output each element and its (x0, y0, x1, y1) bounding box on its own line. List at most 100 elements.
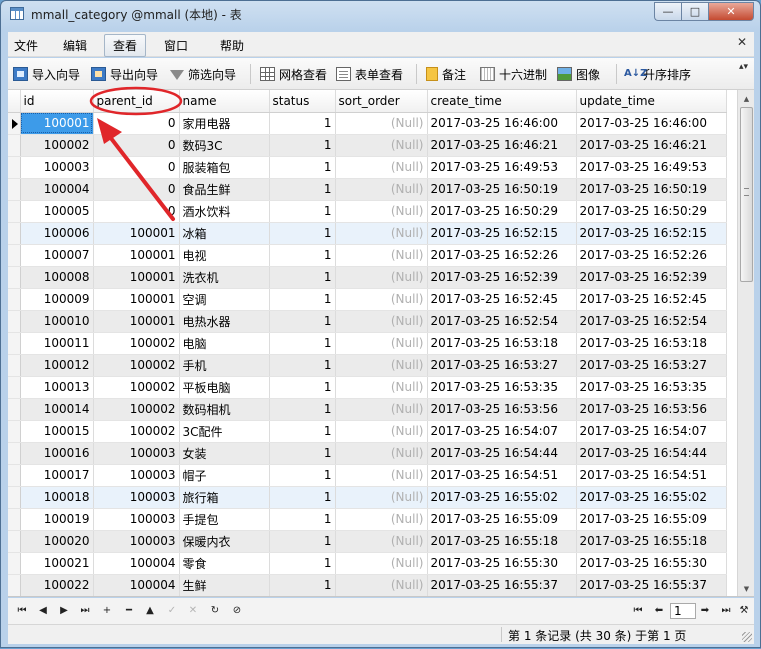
row-indicator[interactable] (8, 464, 21, 487)
cell-create-time[interactable]: 2017-03-25 16:52:15 (427, 222, 577, 245)
cell-update-time[interactable]: 2017-03-25 16:53:35 (576, 376, 727, 399)
cell-name[interactable]: 手机 (179, 354, 270, 377)
cell-id[interactable]: 100003 (20, 156, 94, 179)
cell-status[interactable]: 1 (269, 200, 336, 223)
cell-create-time[interactable]: 2017-03-25 16:46:00 (427, 112, 577, 135)
cell-update-time[interactable]: 2017-03-25 16:52:39 (576, 266, 727, 289)
cell-sort-order[interactable]: (Null) (335, 420, 428, 443)
table-row[interactable]: 100010 100001 电热水器 1 (Null) 2017-03-25 16:52:… (8, 310, 727, 333)
table-row[interactable]: 100016 100003 女装 1 (Null) 2017-03-25 16:54:44… (8, 442, 727, 465)
cell-status[interactable]: 1 (269, 552, 336, 575)
cell-id[interactable]: 100012 (20, 354, 94, 377)
row-indicator[interactable] (8, 288, 21, 311)
cell-parent-id[interactable]: 100002 (93, 398, 180, 421)
row-indicator[interactable] (8, 530, 21, 553)
cell-create-time[interactable]: 2017-03-25 16:50:19 (427, 178, 577, 201)
cell-sort-order[interactable]: (Null) (335, 112, 428, 135)
hex-button[interactable]: 十六进制 (480, 65, 547, 83)
cell-parent-id[interactable]: 100001 (93, 266, 180, 289)
cell-parent-id[interactable]: 100002 (93, 420, 180, 443)
cell-status[interactable]: 1 (269, 112, 336, 135)
cell-create-time[interactable]: 2017-03-25 16:49:53 (427, 156, 577, 179)
delete-record-icon[interactable]: ━ (121, 602, 137, 618)
row-indicator[interactable] (8, 354, 21, 377)
cell-parent-id[interactable]: 0 (93, 200, 180, 223)
table-row[interactable]: 100020 100003 保暖内衣 1 (Null) 2017-03-25 16:55:… (8, 530, 727, 553)
cell-update-time[interactable]: 2017-03-25 16:54:51 (576, 464, 727, 487)
menu-view[interactable]: 查看 (104, 34, 147, 57)
cell-status[interactable]: 1 (269, 222, 336, 245)
cell-update-time[interactable]: 2017-03-25 16:50:19 (576, 178, 727, 201)
cell-name[interactable]: 旅行箱 (179, 486, 270, 509)
cell-id[interactable]: 100015 (20, 420, 94, 443)
title-bar[interactable]: mmall_category @mmall (本地) - 表 — □ ✕ (1, 1, 760, 27)
cell-sort-order[interactable]: (Null) (335, 156, 428, 179)
table-row[interactable]: 100008 100001 洗衣机 1 (Null) 2017-03-25 16:52:3… (8, 266, 727, 289)
row-indicator[interactable] (8, 398, 21, 421)
cell-name[interactable]: 3C配件 (179, 420, 270, 443)
cell-update-time[interactable]: 2017-03-25 16:55:09 (576, 508, 727, 531)
cell-name[interactable]: 零食 (179, 552, 270, 575)
cell-create-time[interactable]: 2017-03-25 16:53:27 (427, 354, 577, 377)
scroll-thumb[interactable] (740, 107, 753, 282)
cell-name[interactable]: 洗衣机 (179, 266, 270, 289)
cell-id[interactable]: 100002 (20, 134, 94, 157)
cell-status[interactable]: 1 (269, 376, 336, 399)
close-button[interactable]: ✕ (708, 2, 754, 21)
cell-update-time[interactable]: 2017-03-25 16:54:44 (576, 442, 727, 465)
stop-icon[interactable]: ⊘ (229, 602, 245, 618)
cell-name[interactable]: 女装 (179, 442, 270, 465)
cell-id[interactable]: 100019 (20, 508, 94, 531)
menu-help[interactable]: 帮助 (220, 37, 244, 54)
menu-edit[interactable]: 编辑 (63, 37, 87, 54)
row-indicator[interactable] (8, 178, 21, 201)
edit-record-icon[interactable]: ▲ (142, 602, 158, 618)
cell-sort-order[interactable]: (Null) (335, 200, 428, 223)
cell-update-time[interactable]: 2017-03-25 16:55:37 (576, 574, 727, 596)
row-indicator[interactable] (8, 266, 21, 289)
table-row[interactable]: 100021 100004 零食 1 (Null) 2017-03-25 16:55:30… (8, 552, 727, 575)
export-wizard-button[interactable]: 导出向导 (91, 65, 158, 83)
last-record-icon[interactable]: ⏭ (77, 602, 93, 618)
cell-status[interactable]: 1 (269, 420, 336, 443)
cell-sort-order[interactable]: (Null) (335, 310, 428, 333)
menu-window[interactable]: 窗口 (164, 37, 188, 54)
cell-status[interactable]: 1 (269, 464, 336, 487)
cell-name[interactable]: 数码相机 (179, 398, 270, 421)
table-row[interactable]: 100009 100001 空调 1 (Null) 2017-03-25 16:52:45… (8, 288, 727, 311)
table-row[interactable]: 100006 100001 冰箱 1 (Null) 2017-03-25 16:52:15… (8, 222, 727, 245)
cell-parent-id[interactable]: 100002 (93, 354, 180, 377)
apply-icon[interactable]: ✓ (164, 602, 180, 618)
cell-sort-order[interactable]: (Null) (335, 552, 428, 575)
cell-sort-order[interactable]: (Null) (335, 376, 428, 399)
cell-sort-order[interactable]: (Null) (335, 332, 428, 355)
cell-parent-id[interactable]: 0 (93, 134, 180, 157)
cell-status[interactable]: 1 (269, 574, 336, 596)
cell-update-time[interactable]: 2017-03-25 16:53:56 (576, 398, 727, 421)
cell-create-time[interactable]: 2017-03-25 16:52:54 (427, 310, 577, 333)
cell-parent-id[interactable]: 100001 (93, 288, 180, 311)
row-indicator[interactable] (8, 112, 21, 135)
cell-id[interactable]: 100007 (20, 244, 94, 267)
cell-create-time[interactable]: 2017-03-25 16:52:45 (427, 288, 577, 311)
row-indicator[interactable] (8, 134, 21, 157)
cell-status[interactable]: 1 (269, 156, 336, 179)
cell-status[interactable]: 1 (269, 288, 336, 311)
table-row[interactable]: 100017 100003 帽子 1 (Null) 2017-03-25 16:54:51… (8, 464, 727, 487)
cell-create-time[interactable]: 2017-03-25 16:54:51 (427, 464, 577, 487)
last-page-icon[interactable]: ⏭ (718, 602, 734, 618)
cell-id[interactable]: 100001 (20, 112, 94, 135)
cell-id[interactable]: 100016 (20, 442, 94, 465)
prev-page-icon[interactable]: ⬅ (651, 602, 667, 618)
cell-update-time[interactable]: 2017-03-25 16:46:21 (576, 134, 727, 157)
cell-parent-id[interactable]: 100004 (93, 552, 180, 575)
cell-status[interactable]: 1 (269, 398, 336, 421)
cell-status[interactable]: 1 (269, 486, 336, 509)
cell-parent-id[interactable]: 0 (93, 112, 180, 135)
cell-sort-order[interactable]: (Null) (335, 508, 428, 531)
cell-name[interactable]: 帽子 (179, 464, 270, 487)
row-indicator[interactable] (8, 222, 21, 245)
maximize-button[interactable]: □ (681, 2, 708, 21)
cell-parent-id[interactable]: 0 (93, 156, 180, 179)
cell-name[interactable]: 冰箱 (179, 222, 270, 245)
